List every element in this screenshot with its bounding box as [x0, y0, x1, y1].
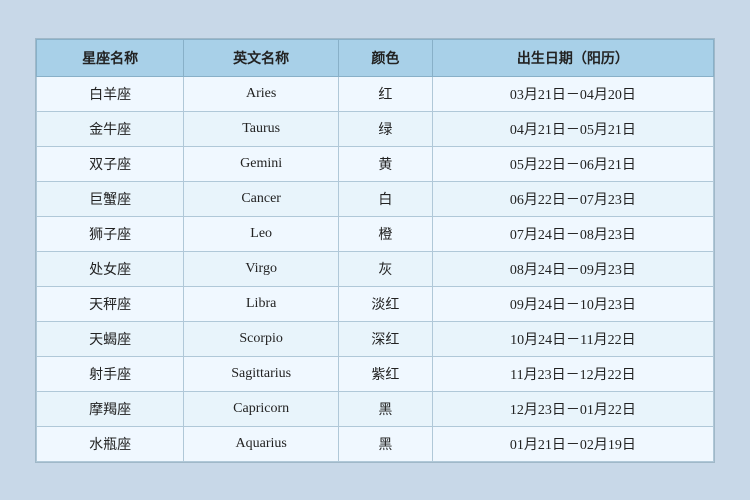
zodiac-table-container: 星座名称 英文名称 颜色 出生日期（阳历） 白羊座Aries红03月21日－04…: [35, 38, 715, 463]
table-row: 摩羯座Capricorn黑12月23日－01月22日: [37, 391, 714, 426]
cell-dates: 12月23日－01月22日: [432, 391, 713, 426]
col-header-chinese: 星座名称: [37, 39, 184, 76]
cell-english-name: Virgo: [184, 251, 339, 286]
cell-color: 黑: [339, 426, 433, 461]
cell-dates: 03月21日－04月20日: [432, 76, 713, 111]
cell-chinese-name: 天蝎座: [37, 321, 184, 356]
cell-chinese-name: 双子座: [37, 146, 184, 181]
cell-color: 紫红: [339, 356, 433, 391]
cell-dates: 05月22日－06月21日: [432, 146, 713, 181]
cell-color: 黄: [339, 146, 433, 181]
table-body: 白羊座Aries红03月21日－04月20日金牛座Taurus绿04月21日－0…: [37, 76, 714, 461]
cell-color: 绿: [339, 111, 433, 146]
cell-chinese-name: 金牛座: [37, 111, 184, 146]
table-row: 天秤座Libra淡红09月24日－10月23日: [37, 286, 714, 321]
cell-chinese-name: 狮子座: [37, 216, 184, 251]
cell-english-name: Sagittarius: [184, 356, 339, 391]
table-row: 白羊座Aries红03月21日－04月20日: [37, 76, 714, 111]
cell-dates: 11月23日－12月22日: [432, 356, 713, 391]
cell-color: 灰: [339, 251, 433, 286]
cell-color: 淡红: [339, 286, 433, 321]
table-row: 金牛座Taurus绿04月21日－05月21日: [37, 111, 714, 146]
cell-color: 白: [339, 181, 433, 216]
cell-english-name: Leo: [184, 216, 339, 251]
cell-english-name: Aquarius: [184, 426, 339, 461]
cell-english-name: Aries: [184, 76, 339, 111]
col-header-english: 英文名称: [184, 39, 339, 76]
cell-dates: 06月22日－07月23日: [432, 181, 713, 216]
table-row: 水瓶座Aquarius黑01月21日－02月19日: [37, 426, 714, 461]
cell-color: 黑: [339, 391, 433, 426]
cell-chinese-name: 水瓶座: [37, 426, 184, 461]
cell-chinese-name: 巨蟹座: [37, 181, 184, 216]
col-header-dates: 出生日期（阳历）: [432, 39, 713, 76]
cell-chinese-name: 处女座: [37, 251, 184, 286]
table-header-row: 星座名称 英文名称 颜色 出生日期（阳历）: [37, 39, 714, 76]
cell-english-name: Gemini: [184, 146, 339, 181]
cell-dates: 04月21日－05月21日: [432, 111, 713, 146]
cell-english-name: Capricorn: [184, 391, 339, 426]
cell-dates: 08月24日－09月23日: [432, 251, 713, 286]
table-row: 狮子座Leo橙07月24日－08月23日: [37, 216, 714, 251]
cell-chinese-name: 摩羯座: [37, 391, 184, 426]
cell-english-name: Taurus: [184, 111, 339, 146]
cell-dates: 09月24日－10月23日: [432, 286, 713, 321]
cell-dates: 10月24日－11月22日: [432, 321, 713, 356]
cell-english-name: Scorpio: [184, 321, 339, 356]
table-row: 双子座Gemini黄05月22日－06月21日: [37, 146, 714, 181]
table-row: 巨蟹座Cancer白06月22日－07月23日: [37, 181, 714, 216]
cell-chinese-name: 天秤座: [37, 286, 184, 321]
cell-color: 橙: [339, 216, 433, 251]
cell-color: 深红: [339, 321, 433, 356]
table-row: 射手座Sagittarius紫红11月23日－12月22日: [37, 356, 714, 391]
cell-dates: 01月21日－02月19日: [432, 426, 713, 461]
table-row: 处女座Virgo灰08月24日－09月23日: [37, 251, 714, 286]
cell-english-name: Libra: [184, 286, 339, 321]
table-row: 天蝎座Scorpio深红10月24日－11月22日: [37, 321, 714, 356]
cell-color: 红: [339, 76, 433, 111]
zodiac-table: 星座名称 英文名称 颜色 出生日期（阳历） 白羊座Aries红03月21日－04…: [36, 39, 714, 462]
cell-english-name: Cancer: [184, 181, 339, 216]
cell-chinese-name: 白羊座: [37, 76, 184, 111]
col-header-color: 颜色: [339, 39, 433, 76]
cell-chinese-name: 射手座: [37, 356, 184, 391]
cell-dates: 07月24日－08月23日: [432, 216, 713, 251]
